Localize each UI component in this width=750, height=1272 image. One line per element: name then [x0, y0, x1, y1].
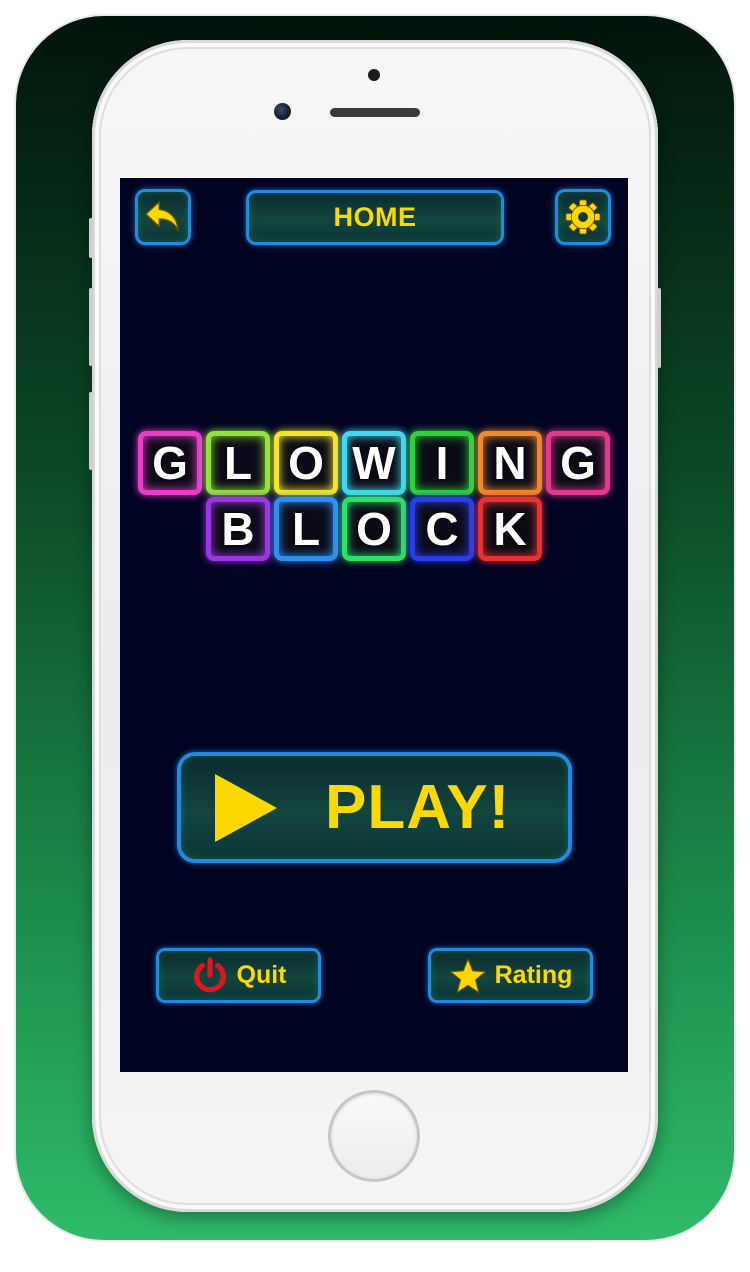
logo-tile: O	[274, 431, 338, 495]
star-icon	[449, 957, 487, 995]
logo-letter: L	[223, 437, 253, 489]
play-button[interactable]: PLAY!	[177, 752, 572, 863]
logo-tile: B	[206, 497, 270, 561]
gear-icon	[565, 199, 601, 235]
front-camera	[274, 103, 291, 120]
logo-tile: W	[342, 431, 406, 495]
logo-tile: L	[206, 431, 270, 495]
home-title-button[interactable]: HOME	[246, 190, 504, 245]
logo-letter: I	[435, 437, 449, 489]
play-triangle-icon	[215, 773, 277, 842]
earpiece-speaker	[330, 108, 420, 117]
power-icon	[191, 956, 229, 995]
logo-letter: B	[221, 503, 255, 555]
back-arrow-icon	[145, 201, 179, 232]
quit-label: Quit	[236, 961, 287, 989]
volume-up-button	[89, 288, 93, 366]
logo-letter: C	[425, 503, 459, 555]
logo-row-block: B L O C K	[120, 497, 628, 561]
logo-letter: G	[560, 437, 596, 489]
mute-switch	[89, 218, 93, 258]
game-logo: G L O W I N G B L O C K	[120, 431, 628, 563]
logo-letter: O	[288, 437, 324, 489]
logo-tile: L	[274, 497, 338, 561]
power-side-button	[657, 288, 661, 368]
volume-down-button	[89, 392, 93, 470]
logo-letter: N	[493, 437, 527, 489]
logo-tile: N	[478, 431, 542, 495]
logo-row-glowing: G L O W I N G	[120, 431, 628, 495]
logo-tile: G	[138, 431, 202, 495]
logo-letter: W	[352, 437, 396, 489]
logo-tile: O	[342, 497, 406, 561]
rating-label: Rating	[494, 961, 573, 989]
logo-tile: C	[410, 497, 474, 561]
game-screen: HOME G L O W I N G B L O C K PLAY! Quit …	[120, 178, 628, 1072]
phone-home-button[interactable]	[328, 1090, 420, 1182]
proximity-sensor	[368, 69, 380, 81]
quit-button[interactable]: Quit	[156, 948, 321, 1003]
logo-tile: I	[410, 431, 474, 495]
logo-letter: O	[356, 503, 392, 555]
back-button[interactable]	[135, 189, 191, 245]
logo-letter: L	[291, 503, 321, 555]
logo-letter: G	[152, 437, 188, 489]
logo-tile: K	[478, 497, 542, 561]
home-title-label: HOME	[333, 202, 417, 232]
rating-button[interactable]: Rating	[428, 948, 593, 1003]
settings-button[interactable]	[555, 189, 611, 245]
logo-tile: G	[546, 431, 610, 495]
logo-letter: K	[493, 503, 527, 555]
play-label: PLAY!	[325, 773, 511, 842]
